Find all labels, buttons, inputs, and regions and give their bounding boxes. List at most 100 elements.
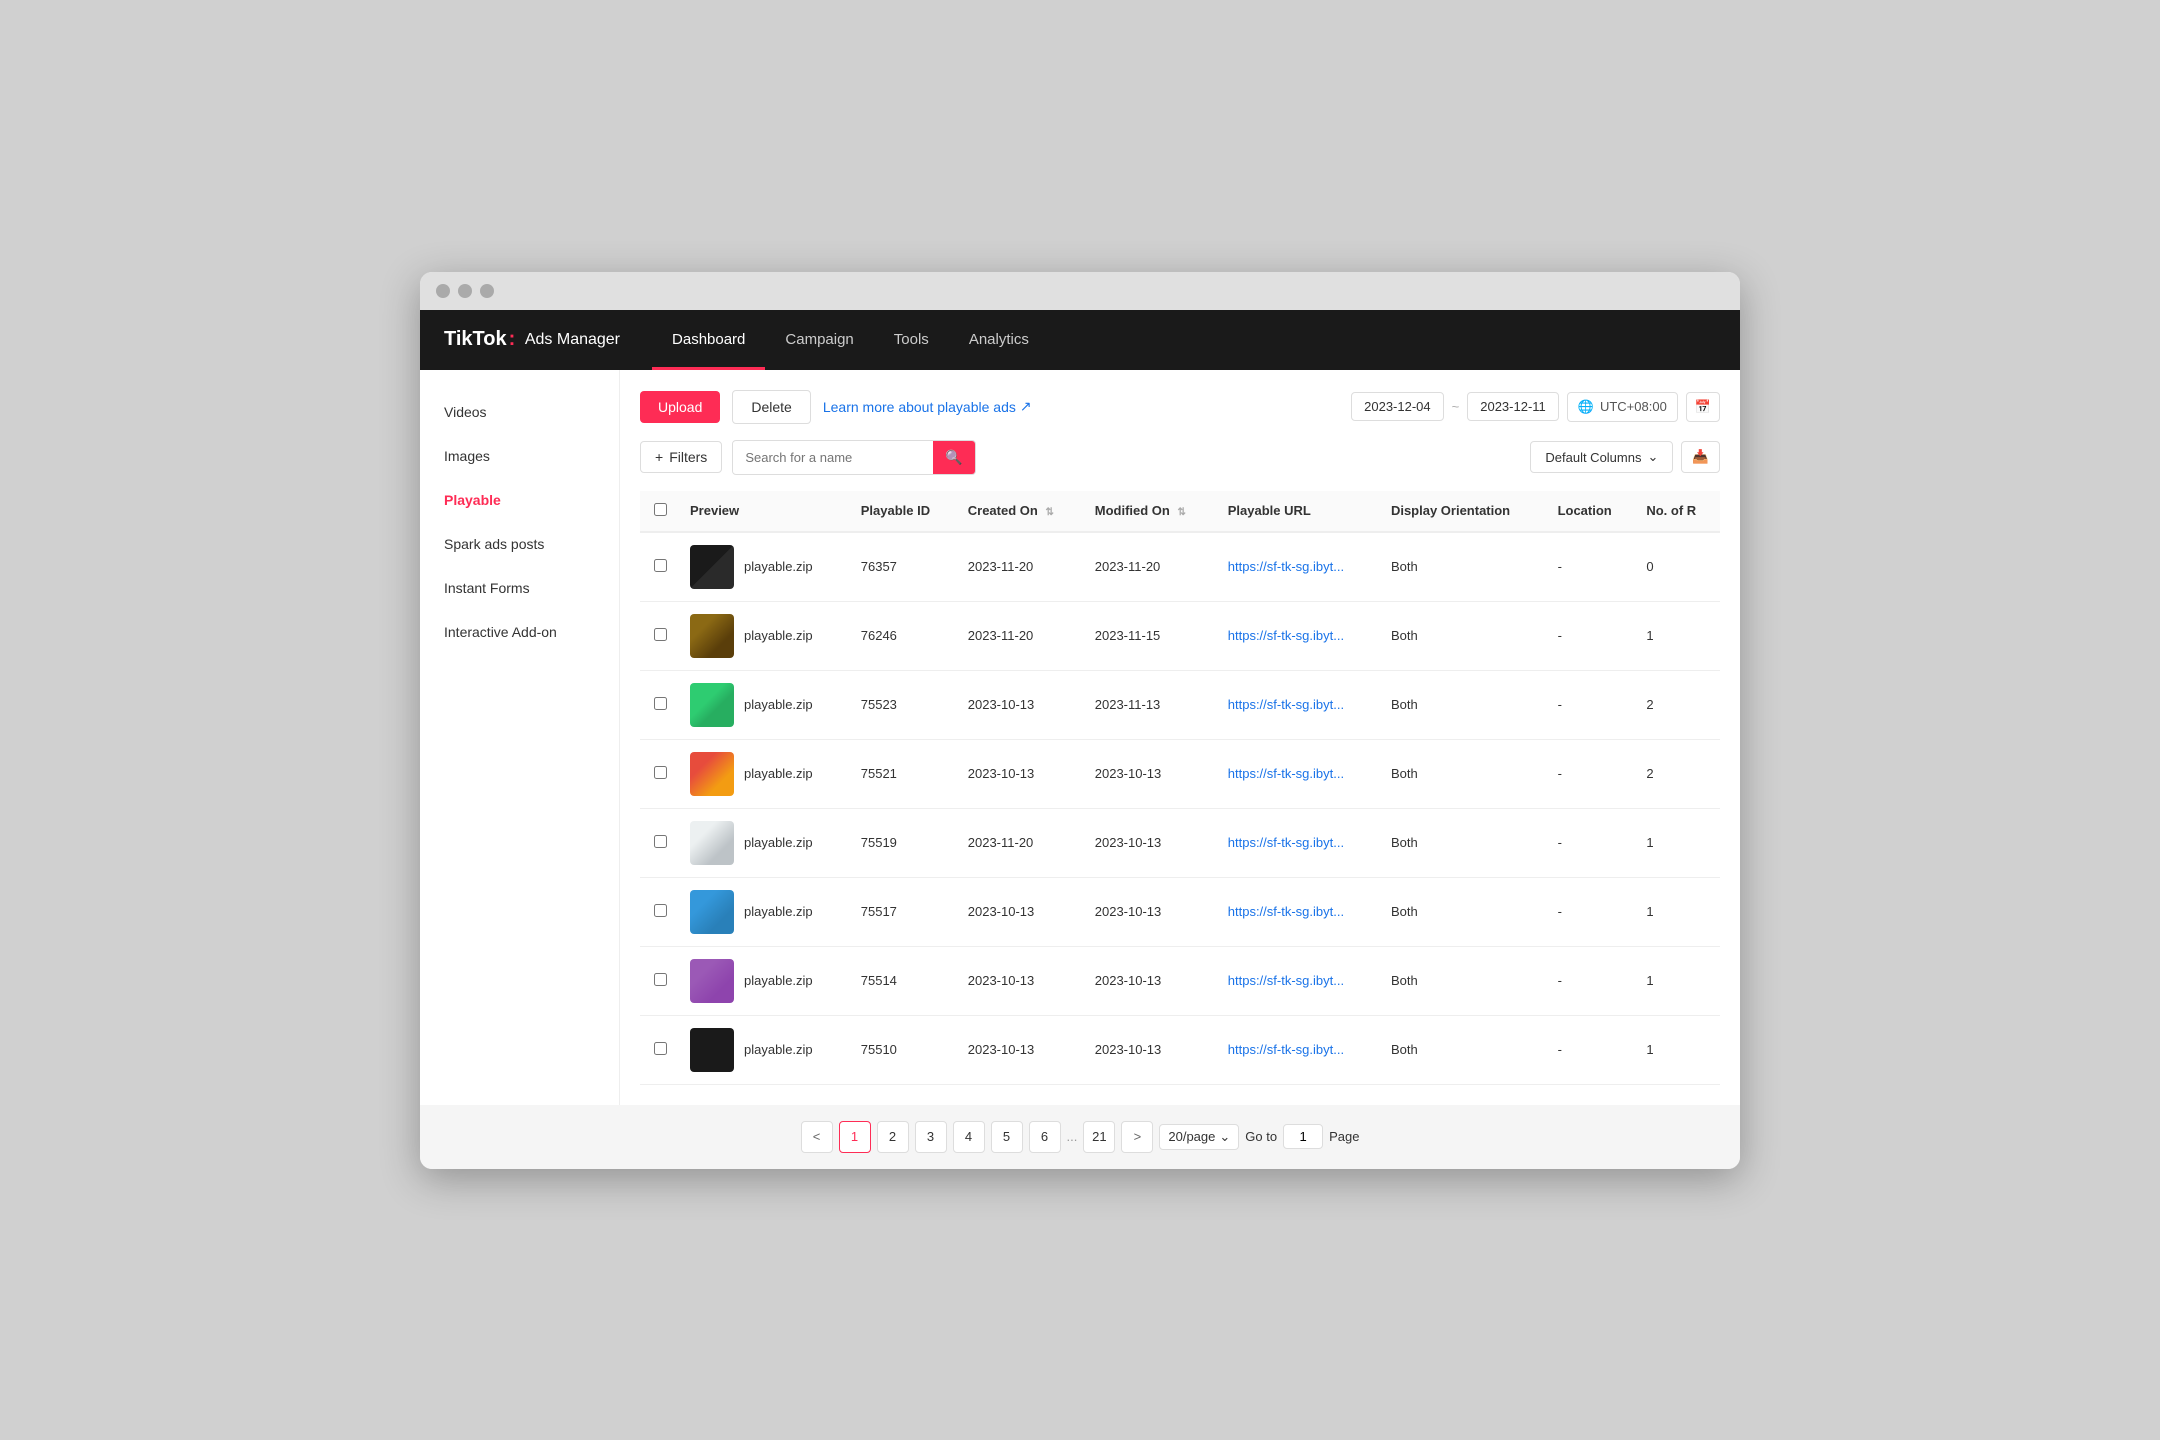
- row-checkbox[interactable]: [654, 973, 667, 986]
- goto-input[interactable]: [1283, 1124, 1323, 1149]
- search-button[interactable]: 🔍: [933, 441, 974, 474]
- row-count: 1: [1636, 946, 1720, 1015]
- nav-item-analytics[interactable]: Analytics: [949, 310, 1049, 370]
- date-end[interactable]: 2023-12-11: [1467, 392, 1559, 421]
- filters-label: Filters: [669, 449, 707, 465]
- url-link[interactable]: https://sf-tk-sg.ibyt...: [1228, 973, 1344, 988]
- nav-item-dashboard[interactable]: Dashboard: [652, 310, 765, 370]
- row-location: -: [1548, 808, 1637, 877]
- traffic-light-maximize[interactable]: [480, 284, 494, 298]
- row-checkbox-cell: [640, 532, 680, 602]
- per-page-select[interactable]: 20/page ⌄: [1159, 1124, 1239, 1150]
- timezone-badge[interactable]: 🌐 UTC+08:00: [1567, 392, 1678, 422]
- modified-sort-icon: ⇅: [1177, 507, 1185, 518]
- row-checkbox[interactable]: [654, 1042, 667, 1055]
- export-button[interactable]: 📥: [1681, 441, 1720, 473]
- preview-thumbnail: [690, 752, 734, 796]
- preview-cell: playable.zip: [690, 683, 841, 727]
- pagination-next[interactable]: >: [1121, 1121, 1153, 1153]
- row-filename: playable.zip: [744, 766, 813, 781]
- url-link[interactable]: https://sf-tk-sg.ibyt...: [1228, 904, 1344, 919]
- nav-item-campaign[interactable]: Campaign: [765, 310, 873, 370]
- url-link[interactable]: https://sf-tk-sg.ibyt...: [1228, 628, 1344, 643]
- row-checkbox[interactable]: [654, 904, 667, 917]
- row-preview: playable.zip: [680, 1015, 851, 1084]
- preview-thumbnail: [690, 545, 734, 589]
- sidebar-item-playable[interactable]: Playable: [420, 478, 619, 522]
- row-checkbox-cell: [640, 601, 680, 670]
- url-link[interactable]: https://sf-tk-sg.ibyt...: [1228, 559, 1344, 574]
- search-input[interactable]: [733, 442, 933, 473]
- url-link[interactable]: https://sf-tk-sg.ibyt...: [1228, 766, 1344, 781]
- row-count: 1: [1636, 808, 1720, 877]
- table-row: playable.zip 75514 2023-10-13 2023-10-13…: [640, 946, 1720, 1015]
- pagination-page-5[interactable]: 5: [991, 1121, 1023, 1153]
- table-row: playable.zip 75517 2023-10-13 2023-10-13…: [640, 877, 1720, 946]
- row-checkbox[interactable]: [654, 628, 667, 641]
- row-url: https://sf-tk-sg.ibyt...: [1218, 1015, 1381, 1084]
- filters-button[interactable]: + Filters: [640, 441, 722, 473]
- header-created-on[interactable]: Created On ⇅: [958, 491, 1085, 532]
- pagination-prev[interactable]: <: [801, 1121, 833, 1153]
- select-all-checkbox[interactable]: [654, 503, 667, 516]
- pagination-page-3[interactable]: 3: [915, 1121, 947, 1153]
- calendar-icon-btn[interactable]: 📅: [1686, 392, 1720, 422]
- sidebar-item-images[interactable]: Images: [420, 434, 619, 478]
- row-checkbox[interactable]: [654, 835, 667, 848]
- sidebar-item-videos[interactable]: Videos: [420, 390, 619, 434]
- preview-cell: playable.zip: [690, 959, 841, 1003]
- per-page-label: 20/page: [1168, 1129, 1215, 1144]
- row-modified: 2023-11-15: [1085, 601, 1218, 670]
- pagination-dots: ...: [1067, 1129, 1078, 1144]
- row-url: https://sf-tk-sg.ibyt...: [1218, 670, 1381, 739]
- pagination-page-2[interactable]: 2: [877, 1121, 909, 1153]
- row-playable-id: 75523: [851, 670, 958, 739]
- row-created: 2023-11-20: [958, 532, 1085, 602]
- created-sort-icon: ⇅: [1045, 507, 1053, 518]
- row-checkbox-cell: [640, 877, 680, 946]
- main-content: Videos Images Playable Spark ads posts I…: [420, 370, 1740, 1105]
- columns-button[interactable]: Default Columns ⌄: [1530, 441, 1673, 473]
- delete-button[interactable]: Delete: [732, 390, 810, 424]
- url-link[interactable]: https://sf-tk-sg.ibyt...: [1228, 1042, 1344, 1057]
- pagination-page-6[interactable]: 6: [1029, 1121, 1061, 1153]
- logo: TikTok: Ads Manager: [444, 328, 620, 351]
- traffic-light-minimize[interactable]: [458, 284, 472, 298]
- row-filename: playable.zip: [744, 697, 813, 712]
- row-url: https://sf-tk-sg.ibyt...: [1218, 532, 1381, 602]
- pagination-page-1[interactable]: 1: [839, 1121, 871, 1153]
- row-checkbox[interactable]: [654, 766, 667, 779]
- header-modified-on[interactable]: Modified On ⇅: [1085, 491, 1218, 532]
- row-orientation: Both: [1381, 877, 1548, 946]
- date-start[interactable]: 2023-12-04: [1351, 392, 1444, 421]
- url-link[interactable]: https://sf-tk-sg.ibyt...: [1228, 835, 1344, 850]
- row-orientation: Both: [1381, 1015, 1548, 1084]
- header-display-orientation: Display Orientation: [1381, 491, 1548, 532]
- row-checkbox[interactable]: [654, 559, 667, 572]
- content-area: Upload Delete Learn more about playable …: [620, 370, 1740, 1105]
- logo-brand: TikTok: [444, 328, 507, 351]
- upload-button[interactable]: Upload: [640, 391, 720, 423]
- url-link[interactable]: https://sf-tk-sg.ibyt...: [1228, 697, 1344, 712]
- table-row: playable.zip 76357 2023-11-20 2023-11-20…: [640, 532, 1720, 602]
- row-count: 1: [1636, 601, 1720, 670]
- learn-more-link[interactable]: Learn more about playable ads ↗: [823, 398, 1032, 415]
- pagination-last[interactable]: 21: [1083, 1121, 1115, 1153]
- row-url: https://sf-tk-sg.ibyt...: [1218, 877, 1381, 946]
- traffic-light-close[interactable]: [436, 284, 450, 298]
- row-checkbox[interactable]: [654, 697, 667, 710]
- row-count: 2: [1636, 670, 1720, 739]
- row-url: https://sf-tk-sg.ibyt...: [1218, 946, 1381, 1015]
- row-location: -: [1548, 601, 1637, 670]
- preview-cell: playable.zip: [690, 890, 841, 934]
- nav-item-tools[interactable]: Tools: [874, 310, 949, 370]
- date-separator: ~: [1452, 399, 1460, 414]
- row-preview: playable.zip: [680, 670, 851, 739]
- pagination-page-4[interactable]: 4: [953, 1121, 985, 1153]
- row-orientation: Both: [1381, 946, 1548, 1015]
- sidebar-item-spark-ads[interactable]: Spark ads posts: [420, 522, 619, 566]
- logo-subtitle: Ads Manager: [525, 331, 620, 349]
- sidebar-item-instant-forms[interactable]: Instant Forms: [420, 566, 619, 610]
- preview-thumbnail: [690, 959, 734, 1003]
- sidebar-item-interactive[interactable]: Interactive Add-on: [420, 610, 619, 654]
